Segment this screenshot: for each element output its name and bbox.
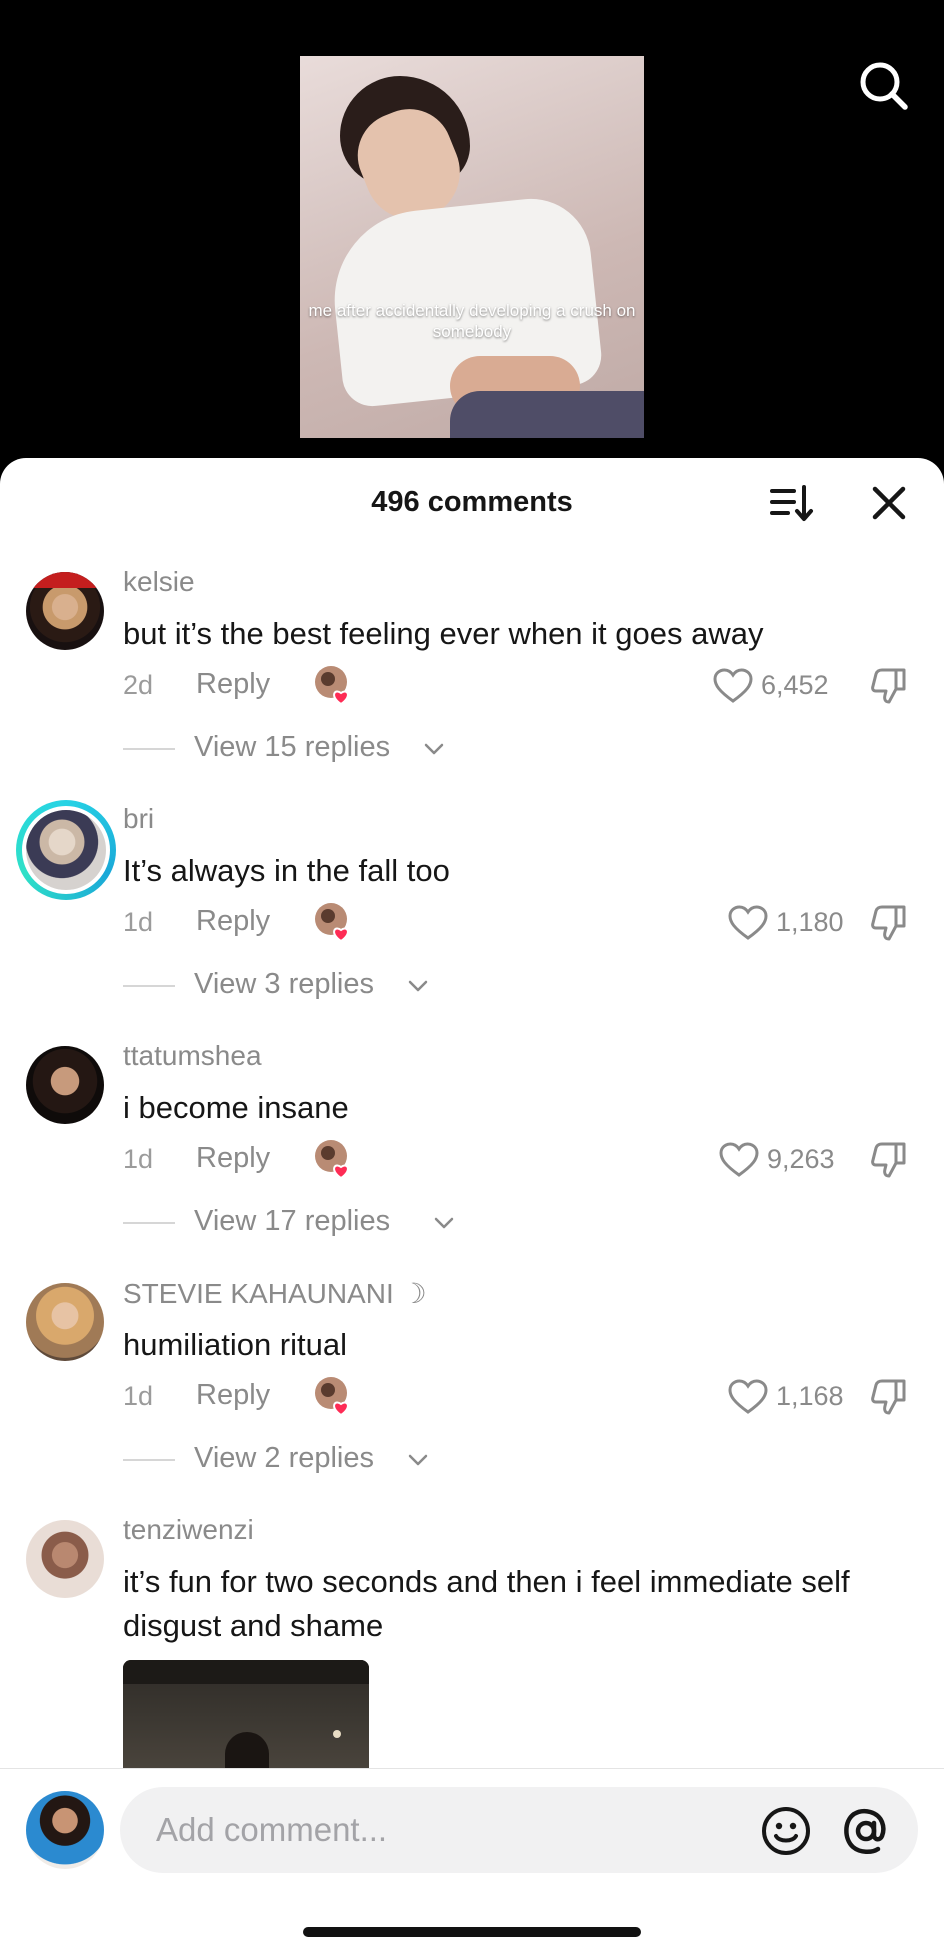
view-replies-label: View 15 replies (194, 731, 391, 763)
sort-icon[interactable] (768, 480, 814, 526)
view-replies-button[interactable]: View 3 replies (123, 965, 623, 1005)
comment-text: humiliation ritual (123, 1327, 347, 1362)
comment-text: It’s always in the fall too (123, 853, 450, 888)
comment-username[interactable]: bri (123, 803, 154, 835)
comment-age: 1d (123, 1144, 154, 1174)
avatar[interactable] (16, 800, 116, 900)
chevron-down-icon (408, 980, 428, 992)
comment-username[interactable]: kelsie (123, 566, 195, 598)
creator-liked-icon (313, 1138, 355, 1180)
view-replies-button[interactable]: View 2 replies (123, 1439, 623, 1479)
avatar[interactable] (26, 572, 104, 650)
comments-sheet: 496 comments kelsie but it’s the best fe… (0, 458, 944, 1949)
heart-icon[interactable] (713, 668, 753, 704)
creator-liked-icon (313, 1375, 355, 1417)
home-indicator (303, 1927, 641, 1937)
video-caption: me after accidentally developing a crush… (308, 301, 636, 341)
video-preview[interactable]: me after accidentally developing a crush… (300, 56, 644, 438)
comments-header: 496 comments (0, 458, 944, 544)
video-area: me after accidentally developing a crush… (0, 0, 944, 480)
reply-button[interactable]: Reply (196, 668, 270, 701)
smiley-icon[interactable] (760, 1805, 812, 1857)
add-comment-field[interactable] (120, 1787, 918, 1873)
avatar[interactable] (26, 1791, 104, 1869)
chevron-down-icon (408, 1454, 428, 1466)
comment-username[interactable]: tenziwenzi (123, 1514, 254, 1546)
comment-text: but it’s the best feeling ever when it g… (123, 616, 764, 651)
comment-meta: 1d Reply 1,168 (123, 1375, 923, 1419)
chevron-down-icon (434, 1217, 454, 1229)
heart-icon[interactable] (719, 1142, 759, 1178)
comment-username[interactable]: STEVIE KAHAUNANI ☽ (123, 1277, 427, 1310)
like-button[interactable]: 1,180 (603, 901, 847, 945)
comment-text: i become insane (123, 1090, 349, 1125)
comment-text: it’s fun for two seconds and then i feel… (123, 1564, 850, 1643)
heart-icon[interactable] (728, 905, 768, 941)
view-replies-button[interactable]: View 15 replies (123, 728, 623, 768)
reply-button[interactable]: Reply (196, 1142, 270, 1175)
like-button[interactable]: 1,168 (603, 1375, 847, 1419)
avatar[interactable] (26, 1046, 104, 1124)
at-icon[interactable] (840, 1805, 892, 1857)
comment-meta: 1d Reply 9,263 (123, 1138, 923, 1182)
comment-image-attachment[interactable] (123, 1660, 369, 1770)
reply-button[interactable]: Reply (196, 905, 270, 938)
thumbs-down-icon[interactable] (869, 666, 909, 706)
view-replies-label: View 2 replies (194, 1442, 375, 1474)
comment-composer (0, 1768, 944, 1949)
comment-meta: 1d Reply 1,180 (123, 901, 923, 945)
view-replies-button[interactable]: View 17 replies (123, 1202, 623, 1242)
comment-age: 2d (123, 670, 154, 700)
thumbs-down-icon[interactable] (869, 903, 909, 943)
comment-meta: 2d Reply 6,452 (123, 664, 923, 708)
avatar[interactable] (26, 1283, 104, 1361)
chevron-down-icon (424, 743, 444, 755)
heart-icon[interactable] (728, 1379, 768, 1415)
like-button[interactable]: 9,263 (603, 1138, 847, 1182)
add-comment-input[interactable] (156, 1801, 756, 1859)
like-button[interactable]: 6,452 (603, 664, 847, 708)
like-count: 6,452 (761, 670, 829, 700)
thumbs-down-icon[interactable] (869, 1140, 909, 1180)
like-count: 1,168 (776, 1381, 844, 1411)
view-replies-label: View 17 replies (194, 1205, 391, 1237)
view-replies-label: View 3 replies (194, 968, 375, 1000)
reply-button[interactable]: Reply (196, 1379, 270, 1412)
thumbs-down-icon[interactable] (869, 1377, 909, 1417)
close-icon[interactable] (866, 480, 912, 526)
creator-liked-icon (313, 664, 355, 706)
like-count: 1,180 (776, 907, 844, 937)
comment-age: 1d (123, 907, 154, 937)
creator-liked-icon (313, 901, 355, 943)
comment-username[interactable]: ttatumshea (123, 1040, 262, 1072)
comment-age: 1d (123, 1381, 154, 1411)
like-count: 9,263 (767, 1144, 835, 1174)
search-icon[interactable] (856, 58, 910, 112)
avatar[interactable] (26, 1520, 104, 1598)
